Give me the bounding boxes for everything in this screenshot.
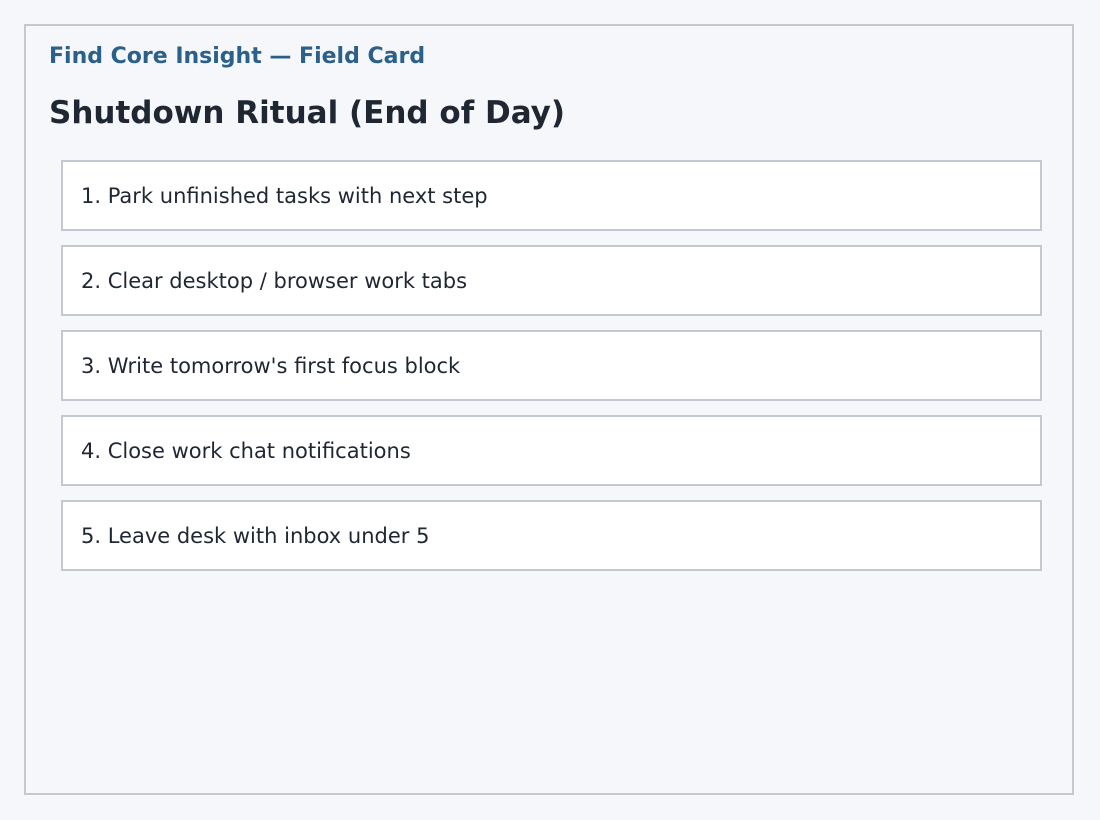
list-item-step-1: 1. Park unfinished tasks with next step [61,160,1042,231]
field-card: Find Core Insight — Field Card Shutdown … [24,24,1074,795]
list-item-step-5: 5. Leave desk with inbox under 5 [61,500,1042,571]
page-title: Shutdown Ritual (End of Day) [49,95,566,131]
ritual-steps-list: 1. Park unfinished tasks with next step … [61,160,1042,585]
list-item-step-2: 2. Clear desktop / browser work tabs [61,245,1042,316]
list-item-step-4: 4. Close work chat notifications [61,415,1042,486]
list-item-step-3: 3. Write tomorrow's first focus block [61,330,1042,401]
card-kicker: Find Core Insight — Field Card [49,44,426,69]
